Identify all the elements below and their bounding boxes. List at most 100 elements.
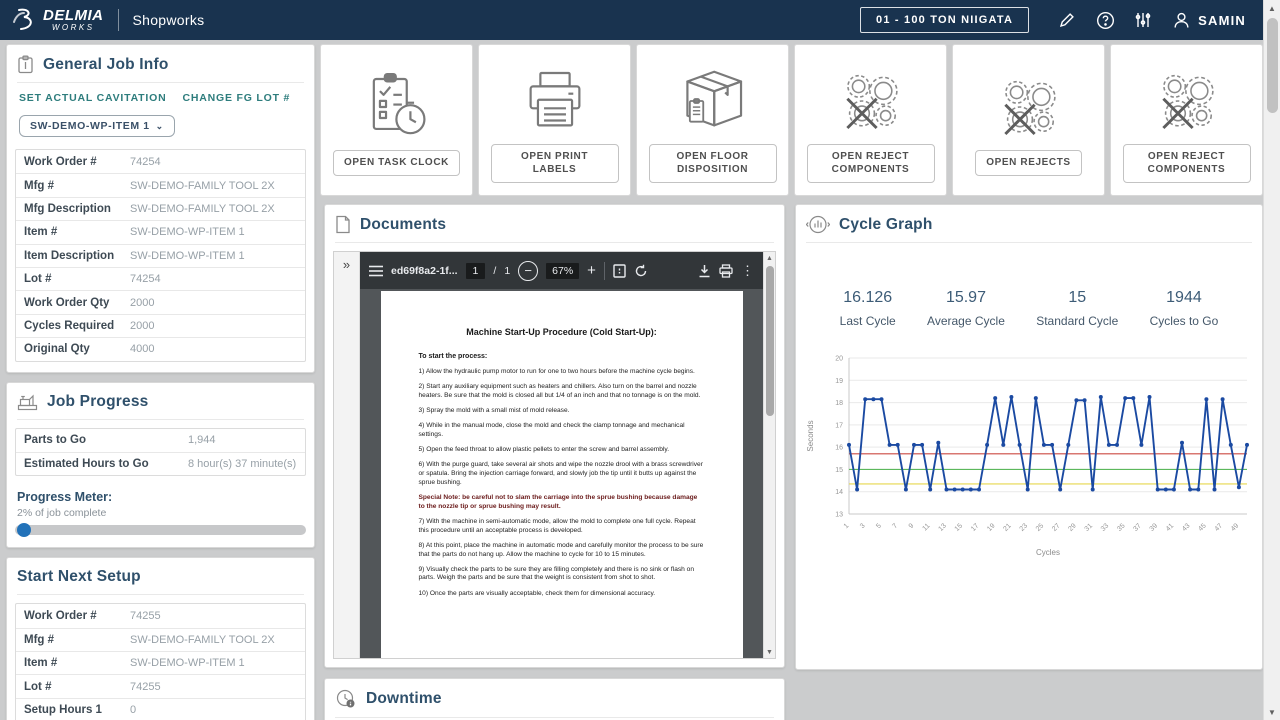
action-card: OPEN REJECTS [952,44,1105,196]
start-next-setup-table: Work Order #74255Mfg #SW-DEMO-FAMILY TOO… [15,603,306,720]
svg-text:15: 15 [954,522,965,533]
top-navbar: DELMIA WORKS Shopworks 01 - 100 TON NIIG… [0,0,1280,40]
job-progress-panel: Job Progress Parts to Go1,944Estimated H… [6,382,315,549]
page-separator: / [493,265,496,277]
machine-selector-button[interactable]: 01 - 100 TON NIIGATA [860,7,1029,33]
pdf-content-area[interactable]: Machine Start-Up Procedure (Cold Start-U… [360,289,763,658]
divider [118,9,119,31]
scroll-up-icon[interactable]: ▲ [764,252,775,264]
page-scrollbar[interactable]: ▲ ▼ [1263,0,1280,720]
download-icon[interactable] [698,264,711,278]
stat-label: Average Cycle [927,314,1005,328]
zoom-out-button[interactable]: − [518,261,538,281]
action-card-button[interactable]: OPEN TASK CLOCK [333,150,460,176]
edit-icon[interactable] [1057,10,1077,30]
app-name: Shopworks [133,12,205,28]
pdf-step: 7) With the machine in semi-automatic mo… [419,518,705,535]
start-next-setup-panel: Start Next Setup Work Order #74255Mfg #S… [6,557,315,720]
page-number-input[interactable]: 1 [466,263,486,279]
action-card-button[interactable]: OPEN REJECTS [975,150,1081,176]
pdf-step: 6) With the purge guard, take several ai… [419,461,705,487]
scroll-down-icon[interactable]: ▼ [764,646,775,658]
cycle-stat: 16.126Last Cycle [840,289,896,328]
svg-text:35: 35 [1116,522,1127,533]
table-row: Parts to Go1,944 [16,429,305,452]
pdf-step: 4) While in the manual mode, close the m… [419,422,705,439]
filters-icon[interactable] [1133,10,1153,30]
row-value: SW-DEMO-FAMILY TOOL 2X [130,634,275,646]
progress-knob [17,523,31,537]
print-icon[interactable] [719,264,733,278]
rotate-icon[interactable] [634,264,648,278]
reject-gears-icon [1151,58,1223,144]
action-cards-row: OPEN TASK CLOCK OPEN PRINT LABELS OPEN FLO… [320,44,1263,196]
action-card-button[interactable]: OPEN REJECT COMPONENTS [1123,144,1251,183]
action-card-button[interactable]: OPEN REJECT COMPONENTS [807,144,935,183]
action-link[interactable]: CHANGE FG LOT # [182,92,290,104]
action-card-button[interactable]: OPEN PRINT LABELS [491,144,619,183]
user-name: SAMIN [1198,13,1246,28]
row-value: 1,944 [188,434,216,446]
job-info-links: SET ACTUAL CAVITATION CHANGE FG LOT # [7,83,314,106]
svg-text:31: 31 [1084,522,1095,533]
stat-label: Standard Cycle [1036,314,1118,328]
svg-text:20: 20 [835,356,843,363]
svg-text:39: 39 [1149,522,1160,533]
divider [604,262,605,280]
user-menu[interactable]: SAMIN [1171,10,1246,30]
document-icon [335,215,351,234]
panel-title: General Job Info [43,56,169,74]
cycle-stats-row: 16.126Last Cycle15.97Average Cycle15Stan… [796,289,1262,328]
page-scroll-thumb[interactable] [1267,18,1278,113]
documents-panel: Documents » ed69f8a2-1f... 1 / 1 − 67% + [324,204,785,668]
svg-text:33: 33 [1100,522,1111,533]
pdf-viewer: » ed69f8a2-1f... 1 / 1 − 67% + [333,251,776,659]
stat-value: 15 [1036,289,1118,307]
more-options-icon[interactable]: ⋮ [741,263,754,279]
pdf-filename: ed69f8a2-1f... [391,265,458,277]
stat-value: 1944 [1150,289,1219,307]
help-icon[interactable] [1095,10,1115,30]
fit-page-icon[interactable] [613,264,626,278]
row-value: SW-DEMO-WP-ITEM 1 [130,226,245,238]
pdf-scroll-thumb[interactable] [766,266,774,416]
panel-title: Documents [360,216,446,234]
scroll-up-icon[interactable]: ▲ [1264,0,1280,16]
svg-text:13: 13 [937,522,948,533]
page-count: 1 [504,265,510,277]
menu-icon[interactable] [369,265,383,277]
zoom-level: 67% [546,263,579,279]
stat-label: Cycles to Go [1150,314,1219,328]
pdf-body: 1) Allow the hydraulic pump motor to run… [419,368,705,598]
svg-text:Seconds: Seconds [806,420,815,451]
svg-text:43: 43 [1181,522,1192,533]
svg-text:9: 9 [908,522,916,530]
table-row: Original Qty4000 [16,337,305,360]
divider [806,242,1252,243]
row-label: Work Order Qty [24,297,130,309]
action-card: OPEN REJECT COMPONENTS [794,44,947,196]
action-card-button[interactable]: OPEN FLOOR DISPOSITION [649,144,777,183]
row-value: 2000 [130,320,154,332]
table-row: Work Order Qty2000 [16,290,305,313]
zoom-in-button[interactable]: + [587,262,596,279]
row-label: Work Order # [24,156,130,168]
row-label: Mfg Description [24,203,130,215]
pdf-scrollbar[interactable]: ▲ ▼ [763,252,775,658]
scroll-down-icon[interactable]: ▼ [1264,704,1280,720]
item-dropdown[interactable]: SW-DEMO-WP-ITEM 1 ⌄ [19,115,175,137]
pdf-step: 1) Allow the hydraulic pump motor to run… [419,368,705,377]
pdf-sidebar-expand-button[interactable]: » [334,252,360,658]
svg-text:21: 21 [1002,522,1013,533]
svg-text:15: 15 [835,467,843,474]
progress-meter-text: 2% of job complete [7,504,314,525]
row-label: Lot # [24,273,130,285]
cycle-graph-panel: Cycle Graph 16.126Last Cycle15.97Average… [795,204,1263,670]
pdf-step: 8) At this point, place the machine in a… [419,542,705,559]
cycle-graph-chart: 1314151617181920135791113151719212325272… [803,350,1255,558]
svg-text:19: 19 [835,378,843,385]
box-icon [674,58,752,144]
svg-text:5: 5 [875,522,883,530]
action-link[interactable]: SET ACTUAL CAVITATION [19,92,166,104]
svg-text:13: 13 [835,512,843,519]
